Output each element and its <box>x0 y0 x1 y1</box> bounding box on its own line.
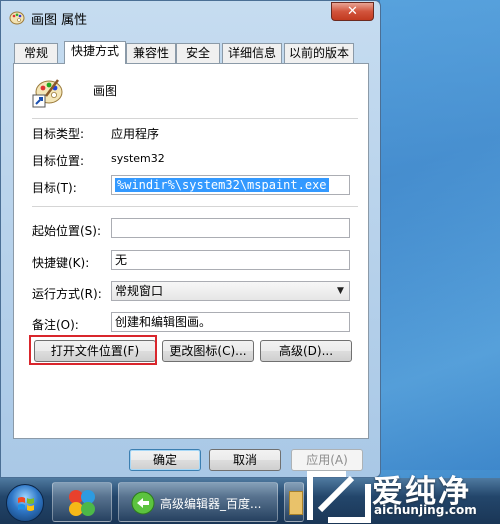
cancel-button[interactable]: 取消 <box>209 449 281 471</box>
title-bar[interactable]: 画图 属性 ✕ <box>1 1 380 31</box>
tab-security[interactable]: 安全 <box>176 43 220 63</box>
run-value: 常规窗口 <box>115 284 164 298</box>
target-field[interactable]: %windir%\system32\mspaint.exe <box>111 175 350 195</box>
start-in-field[interactable] <box>111 218 350 238</box>
tab-compatibility[interactable]: 兼容性 <box>126 43 176 63</box>
window-title: 画图 属性 <box>31 13 88 28</box>
shortcut-panel: 画图 目标类型: 应用程序 目标位置: system32 目标(T): %win… <box>13 63 369 439</box>
run-select[interactable]: 常规窗口 ▼ <box>111 281 350 301</box>
paint-app-icon <box>32 79 63 108</box>
properties-dialog: 画图 属性 ✕ 常规 快捷方式 兼容性 安全 详细信息 以前的版本 画图 目标类… <box>0 0 381 478</box>
hotkey-label: 快捷键(K): <box>32 256 90 270</box>
tab-details[interactable]: 详细信息 <box>222 43 282 63</box>
taskbar-item-label: 高级编辑器_百度... <box>160 497 262 511</box>
comment-field[interactable]: 创建和编辑图画。 <box>111 312 350 332</box>
ok-button[interactable]: 确定 <box>129 449 201 471</box>
app-name: 画图 <box>93 84 118 98</box>
desktop-background <box>380 0 500 470</box>
tab-general[interactable]: 常规 <box>14 43 58 63</box>
folder-icon <box>289 491 303 515</box>
target-label: 目标(T): <box>32 181 77 195</box>
comment-label: 备注(O): <box>32 318 79 332</box>
browser-icon <box>131 491 155 515</box>
tab-previous-versions[interactable]: 以前的版本 <box>284 43 354 63</box>
windows-logo-icon[interactable] <box>6 484 44 522</box>
run-label: 运行方式(R): <box>32 287 102 301</box>
hotkey-field[interactable]: 无 <box>111 250 350 270</box>
target-location-label: 目标位置: <box>32 154 85 168</box>
target-value: %windir%\system32\mspaint.exe <box>115 178 329 192</box>
tab-shortcut[interactable]: 快捷方式 <box>64 41 126 64</box>
highlight-box <box>29 335 157 365</box>
divider <box>32 206 358 208</box>
taskbar-folder[interactable] <box>284 482 304 522</box>
taskbar-app-paint[interactable] <box>52 482 112 522</box>
chevron-down-icon[interactable]: ▼ <box>332 282 349 300</box>
divider <box>32 118 358 120</box>
target-type-value: 应用程序 <box>111 127 160 141</box>
pinwheel-app-icon <box>69 490 95 516</box>
change-icon-button[interactable]: 更改图标(C)... <box>162 340 254 362</box>
start-in-label: 起始位置(S): <box>32 224 102 238</box>
target-type-label: 目标类型: <box>32 127 85 141</box>
watermark-url: aichunjing.com <box>374 503 477 517</box>
paint-palette-icon <box>9 11 25 25</box>
advanced-button[interactable]: 高级(D)... <box>260 340 352 362</box>
close-button[interactable]: ✕ <box>331 2 374 21</box>
target-location-value: system32 <box>111 152 165 165</box>
watermark-logo-icon <box>307 471 371 523</box>
